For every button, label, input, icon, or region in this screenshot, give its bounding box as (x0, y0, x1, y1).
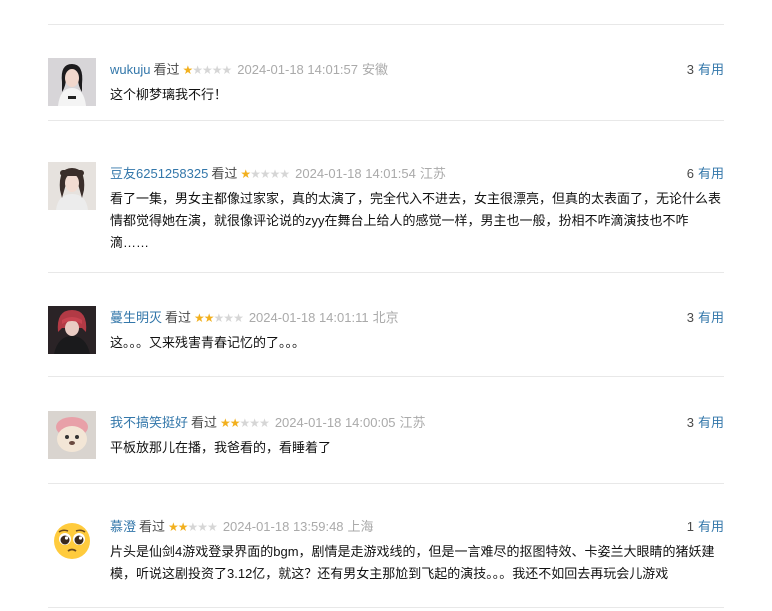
comment-text: 这个柳梦璃我不行！ (110, 87, 228, 102)
vote-area: 3 有用 (687, 62, 724, 78)
watch-status: 看过 (139, 519, 166, 534)
avatar-photo-red-hair (48, 306, 96, 354)
avatar[interactable] (48, 306, 96, 354)
rating-stars: ★★★★★ (168, 519, 218, 535)
star-filled-icon: ★★ (168, 520, 188, 534)
avatar-photo-woman-white-shirt (48, 58, 96, 106)
rating-stars: ★★★★★ (182, 62, 232, 78)
watch-status: 看过 (153, 62, 180, 77)
vote-count: 1 (686, 519, 694, 534)
rating-stars: ★★★★★ (194, 310, 244, 326)
list-top-divider (48, 24, 724, 25)
star-empty-icon: ★★★ (213, 311, 244, 325)
rating-stars: ★★★★★ (220, 415, 270, 431)
comment-location: 江苏 (399, 415, 426, 430)
avatar[interactable] (48, 58, 96, 106)
useful-button[interactable]: 有用 (698, 519, 724, 534)
rating-stars: ★★★★★ (240, 166, 290, 182)
comment-item: 慕澄 看过 ★★★★★ 2024-01-18 13:59:48 上海 1 有用 片头是仙剑… (48, 515, 724, 608)
vote-area: 1 有用 (687, 519, 724, 535)
comment-item: 蔓生明灭 看过 ★★★★★ 2024-01-18 14:01:11 北京 3 有用 这。。… (48, 306, 724, 377)
avatar[interactable] (48, 515, 96, 563)
vote-area: 3 有用 (687, 415, 724, 431)
comment-location: 北京 (372, 310, 399, 325)
watch-status: 看过 (191, 415, 218, 430)
comment-time: 2024-01-18 14:01:54 (295, 166, 416, 181)
star-empty-icon: ★★★★ (250, 167, 290, 181)
comment-text: 看了一集，男女主都像过家家，真的太演了，完全代入不进去，女主很漂亮，但真的太表面… (110, 191, 722, 250)
comment-username[interactable]: 豆友6251258325 (110, 166, 208, 181)
star-filled-icon: ★ (240, 167, 251, 181)
star-empty-icon: ★★★ (187, 520, 218, 534)
comment-username[interactable]: wukuju (110, 62, 150, 77)
useful-button[interactable]: 有用 (698, 166, 724, 181)
star-filled-icon: ★★ (220, 416, 240, 430)
comment-time: 2024-01-18 14:01:11 (248, 310, 369, 325)
comment-item: 我不搞笑挺好 看过 ★★★★★ 2024-01-18 14:00:05 江苏 3 有用 平… (48, 411, 724, 484)
star-empty-icon: ★★★★ (192, 63, 232, 77)
vote-area: 6 有用 (687, 166, 724, 182)
comment-location: 安徽 (362, 62, 389, 77)
comment-username[interactable]: 蔓生明灭 (110, 310, 162, 325)
comment-item: 豆友6251258325 看过 ★★★★★ 2024-01-18 14:01:54 江苏… (48, 162, 724, 273)
comment-meta: wukuju 看过 ★★★★★ 2024-01-18 14:01:57 安徽 (110, 62, 388, 78)
comment-location: 江苏 (419, 166, 446, 181)
vote-count: 3 (686, 62, 694, 77)
comment-location: 上海 (347, 519, 374, 534)
comment-meta: 慕澄 看过 ★★★★★ 2024-01-18 13:59:48 上海 (110, 519, 374, 535)
comment-meta: 我不搞笑挺好 看过 ★★★★★ 2024-01-18 14:00:05 江苏 (110, 415, 426, 431)
watch-status: 看过 (165, 310, 192, 325)
avatar-photo-dog (48, 411, 96, 459)
vote-count: 6 (686, 166, 694, 181)
comment-time: 2024-01-18 13:59:48 (222, 519, 344, 534)
star-empty-icon: ★★★ (239, 416, 270, 430)
comment-text: 平板放那儿在播，我爸看的，看睡着了 (110, 440, 332, 455)
comment-text: 这。。。又来残害青春记忆的了。。。 (110, 335, 306, 350)
comment-text: 片头是仙剑4游戏登录界面的bgm，剧情是走游戏线的，但是一言难尽的抠图特效、卡姿… (110, 544, 715, 581)
useful-button[interactable]: 有用 (698, 415, 724, 430)
avatar[interactable] (48, 162, 96, 210)
comment-meta: 蔓生明灭 看过 ★★★★★ 2024-01-18 14:01:11 北京 (110, 310, 399, 326)
avatar-photo-girl (48, 162, 96, 210)
comment-username[interactable]: 我不搞笑挺好 (110, 415, 188, 430)
pleading-face-emoji-icon (48, 515, 96, 563)
watch-status: 看过 (211, 166, 238, 181)
comment-meta: 豆友6251258325 看过 ★★★★★ 2024-01-18 14:01:54 江苏 (110, 166, 446, 182)
star-filled-icon: ★ (182, 63, 193, 77)
vote-count: 3 (686, 415, 694, 430)
comment-item: wukuju 看过 ★★★★★ 2024-01-18 14:01:57 安徽 3 有用 这… (48, 58, 724, 121)
comment-time: 2024-01-18 14:01:57 (237, 62, 358, 77)
useful-button[interactable]: 有用 (698, 310, 724, 325)
comment-username[interactable]: 慕澄 (110, 519, 136, 534)
vote-count: 3 (686, 310, 694, 325)
useful-button[interactable]: 有用 (698, 62, 724, 77)
vote-area: 3 有用 (687, 310, 724, 326)
star-filled-icon: ★★ (194, 311, 214, 325)
avatar[interactable] (48, 411, 96, 459)
comment-time: 2024-01-18 14:00:05 (274, 415, 396, 430)
